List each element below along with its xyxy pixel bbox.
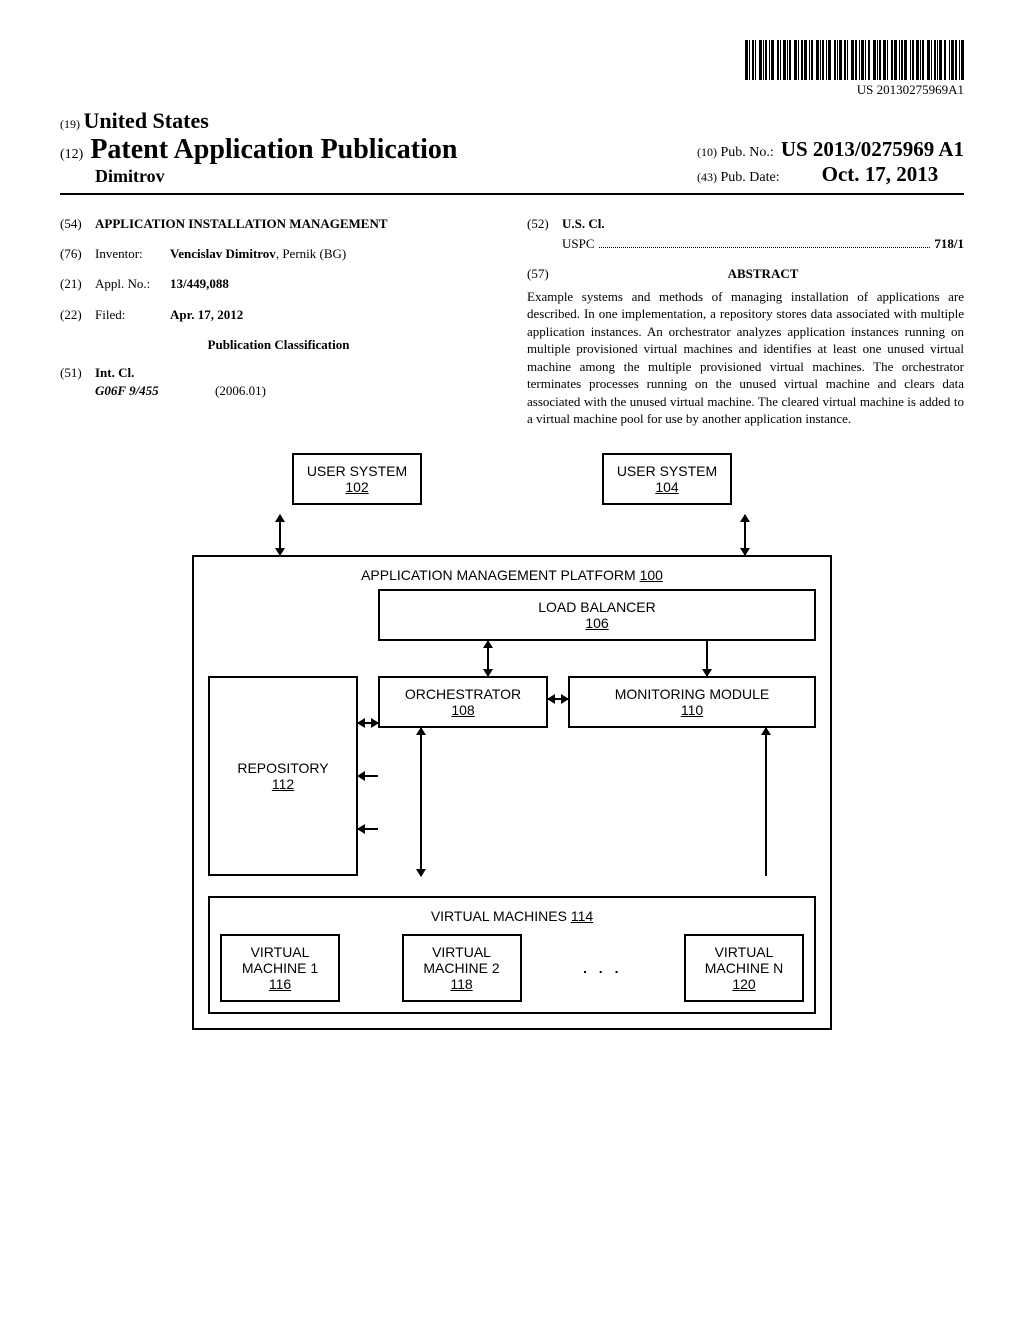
abstract-text: Example systems and methods of managing …	[527, 288, 964, 428]
pub-date: Oct. 17, 2013	[822, 162, 939, 186]
inventor-name: Vencislav Dimitrov	[170, 246, 276, 261]
platform-box: APPLICATION MANAGEMENT PLATFORM 100 LOAD…	[192, 555, 832, 1030]
dotted-leader-icon	[599, 238, 931, 248]
user-system-1-ref: 102	[300, 479, 414, 495]
intcl-label: Int. Cl.	[95, 364, 497, 382]
invention-title: APPLICATION INSTALLATION MANAGEMENT	[95, 215, 497, 233]
vmn-box: VIRTUAL MACHINE N 120	[684, 934, 804, 1002]
vm1-box: VIRTUAL MACHINE 1 116	[220, 934, 340, 1002]
ellipsis-icon: . . .	[583, 960, 622, 976]
applno-num: (21)	[60, 275, 95, 293]
arrow-icon	[765, 728, 767, 876]
pub-classification-heading: Publication Classification	[60, 336, 497, 354]
vm2-box: VIRTUAL MACHINE 2 118	[402, 934, 522, 1002]
header-left: (19) United States (12) Patent Applicati…	[60, 108, 457, 187]
intcl-num: (51)	[60, 364, 95, 382]
pubdate-prefix: (43)	[697, 170, 717, 184]
arrow-icon	[358, 775, 378, 777]
uspc-label: USPC	[562, 235, 595, 253]
intcl-year: (2006.01)	[215, 382, 266, 400]
patent-page: US 20130275969A1 (19) United States (12)…	[0, 0, 1024, 1070]
abstract-num: (57)	[527, 265, 562, 287]
user-system-2-box: USER SYSTEM 104	[602, 453, 732, 505]
title-num: (54)	[60, 215, 95, 233]
arrow-icon	[487, 641, 489, 676]
uspc-value: 718/1	[934, 235, 964, 253]
user-system-1-box: USER SYSTEM 102	[292, 453, 422, 505]
user-system-2-ref: 104	[610, 479, 724, 495]
figure-diagram: USER SYSTEM 102 USER SYSTEM 104 APPLICAT…	[192, 453, 832, 1030]
appl-number: 13/449,088	[170, 275, 497, 293]
header-prefix-19: (19)	[60, 117, 80, 131]
arrow-icon	[279, 515, 281, 555]
arrow-icon	[744, 515, 746, 555]
inventor-surname: Dimitrov	[95, 166, 457, 187]
inventor-location: , Pernik (BG)	[276, 246, 346, 261]
arrow-icon	[358, 828, 378, 830]
header-prefix-12: (12)	[60, 147, 83, 162]
barcode-icon	[745, 40, 964, 80]
uscl-label: U.S. Cl.	[562, 215, 964, 233]
inventor-label: Inventor:	[95, 245, 170, 263]
country: United States	[84, 108, 209, 133]
orchestrator-box: ORCHESTRATOR 108	[378, 676, 548, 728]
vm-container-title: VIRTUAL MACHINES 114	[220, 908, 804, 924]
pubno-label: Pub. No.:	[721, 145, 774, 160]
intcl-code: G06F 9/455	[95, 382, 215, 400]
pubdate-label: Pub. Date:	[721, 170, 780, 185]
load-balancer-box: LOAD BALANCER 106	[378, 589, 816, 641]
left-column: (54) APPLICATION INSTALLATION MANAGEMENT…	[60, 215, 497, 428]
platform-title: APPLICATION MANAGEMENT PLATFORM 100	[208, 567, 816, 583]
arrow-icon	[548, 698, 568, 700]
arrow-icon	[706, 641, 708, 676]
arrow-icon	[358, 722, 378, 724]
header-right: (10) Pub. No.: US 2013/0275969 A1 (43) P…	[697, 137, 964, 187]
applno-label: Appl. No.:	[95, 275, 170, 293]
barcode-text: US 20130275969A1	[60, 82, 964, 98]
barcode-region: US 20130275969A1	[60, 40, 964, 98]
repository-box: REPOSITORY 112	[208, 676, 358, 876]
filed-num: (22)	[60, 306, 95, 324]
inventor-num: (76)	[60, 245, 95, 263]
arrow-icon	[420, 728, 422, 876]
right-column: (52) U.S. Cl. USPC 718/1 (57) ABSTRACT E…	[527, 215, 964, 428]
virtual-machines-box: VIRTUAL MACHINES 114 VIRTUAL MACHINE 1 1…	[208, 896, 816, 1014]
monitoring-module-box: MONITORING MODULE 110	[568, 676, 816, 728]
uscl-num: (52)	[527, 215, 562, 233]
filed-label: Filed:	[95, 306, 170, 324]
doc-type: Patent Application Publication	[90, 134, 457, 165]
abstract-title: ABSTRACT	[562, 265, 964, 283]
pub-number: US 2013/0275969 A1	[781, 137, 964, 161]
pubno-prefix: (10)	[697, 145, 717, 159]
filed-date: Apr. 17, 2012	[170, 306, 497, 324]
bibliographic-columns: (54) APPLICATION INSTALLATION MANAGEMENT…	[60, 215, 964, 428]
header: (19) United States (12) Patent Applicati…	[60, 108, 964, 195]
user-system-2-label: USER SYSTEM	[610, 463, 724, 479]
user-system-1-label: USER SYSTEM	[300, 463, 414, 479]
